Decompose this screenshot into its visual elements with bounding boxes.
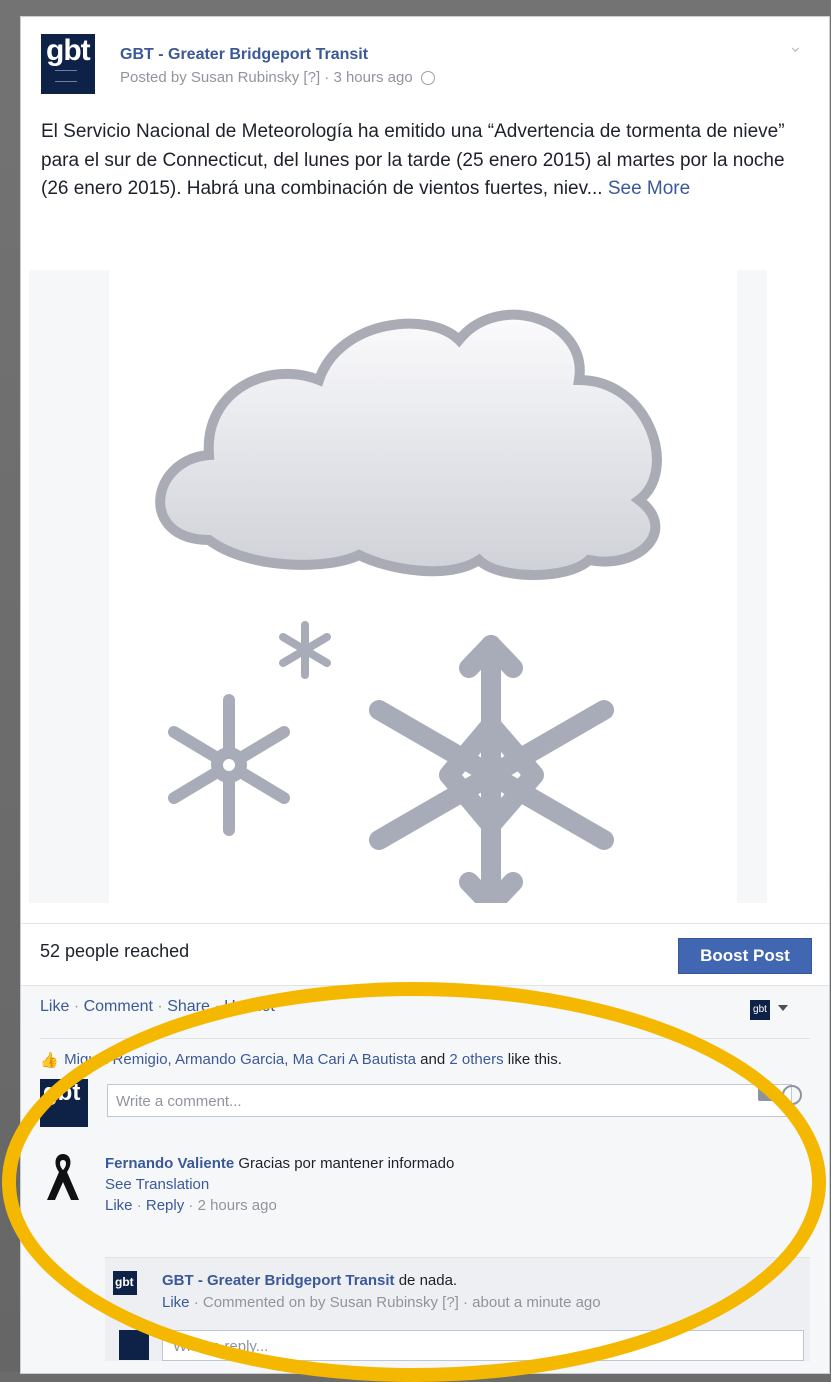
composer-avatar: gbt: [40, 1079, 88, 1127]
post-byline: Posted by Susan Rubinsky [?] · 3 hours a…: [120, 69, 435, 86]
camera-icon[interactable]: [758, 1087, 776, 1101]
logo-text: gbt: [46, 34, 91, 67]
composer-avatar-text: gbt: [43, 1079, 81, 1106]
comment-composer: gbt Write a comment...: [40, 1079, 810, 1127]
reply-input[interactable]: Write a reply...: [162, 1330, 804, 1361]
ribbon-avatar-icon[interactable]: [45, 1154, 81, 1202]
hootlet-link[interactable]: Hootlet: [224, 998, 275, 1015]
feedback-section: Like · Comment · Share · Hootlet gbt 👍 M…: [21, 985, 829, 1373]
likes-summary: 👍 Miguel Remigio, Armando Garcia, Ma Car…: [40, 1038, 810, 1069]
thumbs-up-icon: 👍: [40, 1052, 59, 1070]
comment-like-link[interactable]: Like: [105, 1197, 133, 1214]
byline-text: Posted by Susan Rubinsky [?] · 3 hours a…: [120, 69, 413, 86]
separator: ·: [73, 998, 80, 1015]
cloud-shape: [155, 309, 662, 580]
post-message: El Servicio Nacional de Meteorología ha …: [41, 118, 801, 204]
reply-meta: Commented on by Susan Rubinsky [?] · abo…: [202, 1294, 601, 1311]
smile-icon[interactable]: [782, 1085, 802, 1105]
reply-avatar-text: gbt: [115, 1275, 134, 1289]
comment-body: Fernando Valiente Gracias por mantener i…: [105, 1153, 454, 1216]
logo-lines: [55, 70, 77, 82]
separator: ·: [214, 998, 220, 1015]
comment-reply-link[interactable]: Reply: [146, 1197, 184, 1214]
page-logo[interactable]: gbt: [41, 34, 95, 94]
reach-count[interactable]: 52 people reached: [40, 941, 189, 962]
post-image[interactable]: [29, 270, 767, 915]
small-star-snowflake: [279, 621, 331, 679]
page-name-link[interactable]: GBT - Greater Bridgeport Transit: [120, 46, 368, 64]
likes-suffix: like this.: [503, 1051, 562, 1068]
reply-author[interactable]: GBT - Greater Bridgeport Transit: [162, 1272, 395, 1289]
comment-author[interactable]: Fernando Valiente: [105, 1155, 234, 1172]
image-letterbox-right: [737, 270, 767, 903]
comment-time[interactable]: 2 hours ago: [198, 1197, 277, 1214]
facebook-post-card: gbt GBT - Greater Bridgeport Transit Pos…: [20, 16, 830, 1374]
large-snowflake: [369, 635, 614, 915]
reply-composer-avatar: [119, 1330, 149, 1360]
comment-input[interactable]: Write a comment...: [107, 1084, 792, 1117]
reply-avatar[interactable]: gbt: [113, 1271, 137, 1295]
reply-like-link[interactable]: Like: [162, 1294, 190, 1311]
reach-row: 52 people reached Boost Post: [21, 923, 829, 986]
reply-text: de nada.: [394, 1272, 458, 1289]
post-header: gbt GBT - Greater Bridgeport Transit Pos…: [41, 34, 811, 94]
separator: ·: [157, 998, 163, 1015]
globe-icon: [420, 71, 435, 86]
share-link[interactable]: Share: [167, 998, 210, 1015]
boost-post-button[interactable]: Boost Post: [678, 938, 812, 974]
chevron-down-icon[interactable]: ⌄: [788, 36, 803, 57]
separator: ·: [136, 1197, 142, 1214]
separator: ·: [188, 1197, 194, 1214]
likers-names[interactable]: Miguel Remigio, Armando Garcia, Ma Cari …: [64, 1051, 416, 1068]
action-links: Like · Comment · Share · Hootlet: [40, 998, 275, 1016]
likes-and: and: [416, 1051, 450, 1068]
separator: ·: [193, 1294, 199, 1311]
post-as-avatar[interactable]: gbt: [750, 1000, 770, 1020]
caret-down-icon[interactable]: [778, 1005, 788, 1011]
see-translation-link[interactable]: See Translation: [105, 1176, 209, 1193]
see-more-link[interactable]: See More: [608, 178, 690, 199]
comment-text: Gracias por mantener informado: [234, 1155, 455, 1172]
likes-others-link[interactable]: 2 others: [449, 1051, 503, 1068]
reply-item: gbt GBT - Greater Bridgeport Transit de …: [105, 1257, 810, 1361]
comment-item: Fernando Valiente Gracias por mantener i…: [40, 1144, 810, 1256]
like-link[interactable]: Like: [40, 998, 69, 1015]
image-letterbox-left: [29, 270, 109, 903]
reply-body: GBT - Greater Bridgeport Transit de nada…: [162, 1270, 601, 1314]
medium-snowflake: [168, 694, 290, 836]
comment-link[interactable]: Comment: [84, 998, 153, 1015]
snow-cloud-illustration: [155, 309, 662, 915]
